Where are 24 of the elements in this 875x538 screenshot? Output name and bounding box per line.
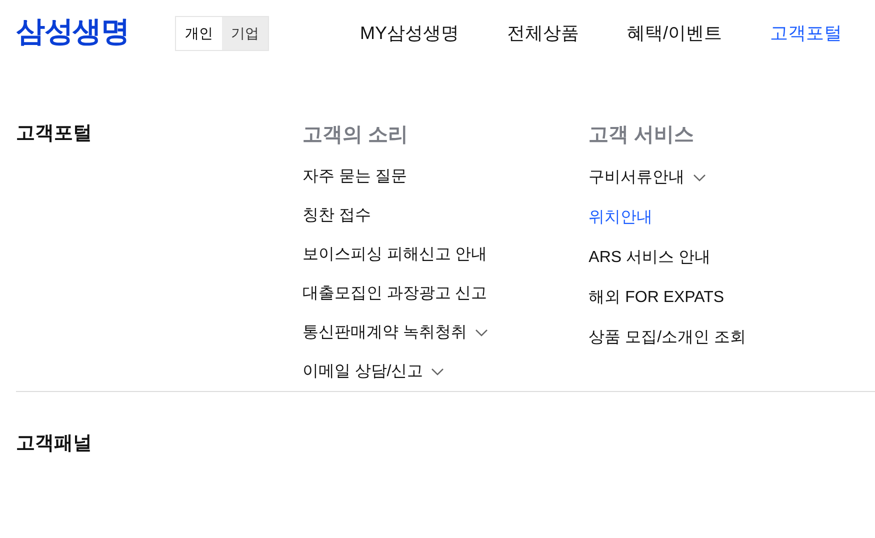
nav-link[interactable]: 혜택/이벤트	[626, 20, 722, 46]
menu-link[interactable]: 보이스피싱 피해신고 안내	[302, 235, 488, 274]
nav-link[interactable]: 전체상품	[506, 20, 579, 46]
chevron-down-icon	[692, 174, 706, 182]
column-heading: 고객 서비스	[588, 123, 696, 148]
menu-link[interactable]: 상품 모집/소개인 조회	[588, 318, 746, 358]
menu-link[interactable]: 칭찬 접수	[302, 196, 371, 236]
menu-link[interactable]: 자주 묻는 질문	[302, 157, 408, 196]
menu-link[interactable]: ARS 서비스 안내	[588, 238, 710, 278]
chevron-down-icon	[431, 368, 444, 376]
nav-link[interactable]: MY삼성생명	[360, 20, 459, 46]
menu-link[interactable]: 통신판매계약 녹취청취	[302, 313, 488, 352]
nav-link[interactable]: 고객포털	[770, 20, 842, 46]
menu-link[interactable]: 대출모집인 과장광고 신고	[302, 274, 488, 314]
section-title: 고객포털	[16, 123, 92, 144]
section-title: 고객패널	[16, 433, 92, 454]
logo[interactable]: 삼성생명	[16, 11, 130, 55]
menu-link[interactable]: 위치안내	[588, 198, 653, 238]
column-heading: 고객의 소리	[302, 123, 409, 148]
menu-link[interactable]: 구비서류안내	[588, 158, 706, 198]
chevron-down-icon	[474, 328, 488, 337]
segment-tab[interactable]: 기업	[222, 16, 268, 50]
menu-link[interactable]: 해외 FOR EXPATS	[588, 278, 724, 318]
menu-link[interactable]: 이메일 상담/신고	[302, 352, 444, 392]
